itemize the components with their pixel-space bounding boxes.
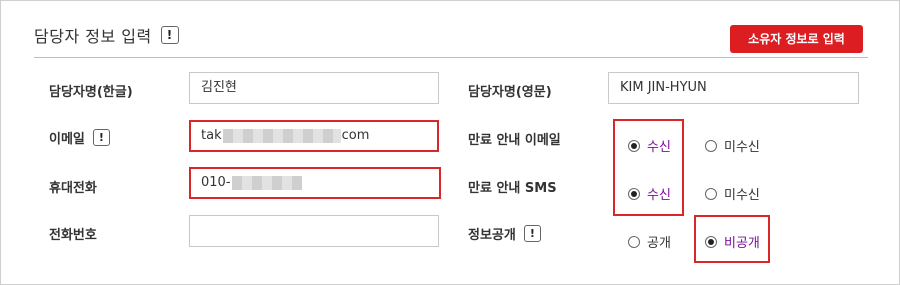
radio-dot	[628, 139, 640, 152]
section-title-text: 담당자 정보 입력	[34, 27, 152, 46]
disclosure-label-text: 정보공개	[468, 228, 516, 243]
mobile-masked	[231, 175, 302, 190]
info-icon[interactable]: !	[160, 26, 179, 44]
name-en-label: 담당자명(영문)	[468, 85, 552, 100]
section-divider	[34, 57, 868, 58]
radio-dot	[705, 187, 717, 200]
expiry-email-label: 만료 안내 이메일	[468, 133, 561, 148]
email-masked	[222, 128, 341, 143]
contact-info-panel: 담당자 정보 입력 ! 소유자 정보로 입력 담당자명(한글) 김진현 담당자명…	[0, 0, 900, 285]
mobile-label: 휴대전화	[49, 181, 97, 196]
expiry-sms-decline-radio[interactable]: 미수신	[705, 184, 760, 203]
disclosure-info-icon[interactable]: !	[523, 225, 541, 242]
disclosure-private-radio[interactable]: 비공개	[705, 232, 760, 251]
disclosure-label: 정보공개 !	[468, 224, 541, 243]
radio-label: 미수신	[724, 188, 760, 203]
radio-label: 수신	[647, 140, 671, 155]
mobile-input[interactable]: 010-	[189, 167, 441, 199]
email-value-prefix: tak	[201, 128, 222, 143]
name-en-input[interactable]: KIM JIN-HYUN	[608, 72, 859, 104]
mobile-value-prefix: 010-	[201, 175, 231, 190]
email-value-suffix: com	[341, 128, 370, 143]
email-label: 이메일 !	[49, 128, 110, 147]
radio-dot	[628, 235, 640, 248]
radio-label: 미수신	[724, 140, 760, 155]
email-info-icon[interactable]: !	[92, 129, 110, 146]
section-title: 담당자 정보 입력 !	[34, 23, 179, 47]
expiry-sms-receive-radio[interactable]: 수신	[628, 184, 671, 203]
name-ko-input[interactable]: 김진현	[189, 72, 439, 104]
name-ko-label: 담당자명(한글)	[49, 85, 133, 100]
expiry-sms-label: 만료 안내 SMS	[468, 181, 557, 196]
email-input[interactable]: tak com	[189, 120, 439, 152]
radio-label: 수신	[647, 188, 671, 203]
phone-input[interactable]	[189, 215, 439, 247]
radio-dot	[628, 187, 640, 200]
expiry-email-decline-radio[interactable]: 미수신	[705, 136, 760, 155]
phone-label: 전화번호	[49, 228, 97, 243]
radio-label: 비공개	[724, 236, 760, 251]
radio-dot	[705, 235, 717, 248]
disclosure-public-radio[interactable]: 공개	[628, 232, 671, 251]
radio-label: 공개	[647, 236, 671, 251]
expiry-email-receive-radio[interactable]: 수신	[628, 136, 671, 155]
email-label-text: 이메일	[49, 132, 85, 147]
fill-from-owner-button[interactable]: 소유자 정보로 입력	[730, 25, 863, 53]
radio-dot	[705, 139, 717, 152]
